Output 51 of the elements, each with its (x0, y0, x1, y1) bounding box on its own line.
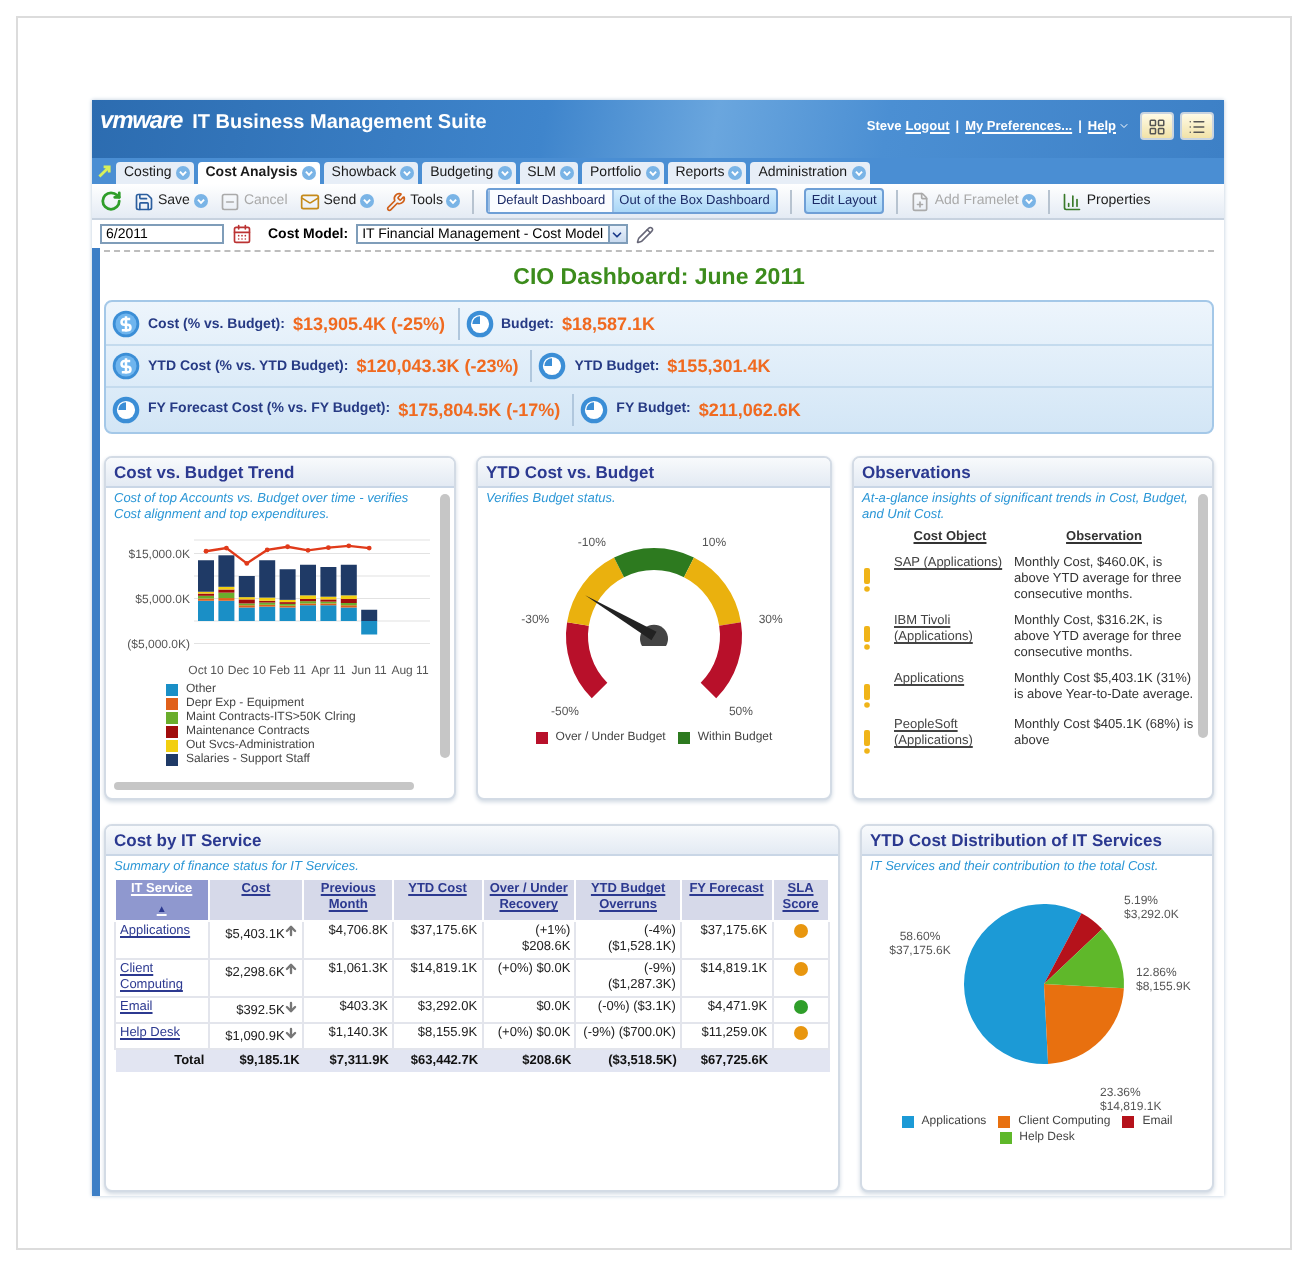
scrollbar[interactable] (1198, 494, 1208, 738)
arrow-icon (98, 164, 112, 178)
kpi-value: $18,587.1K (561, 314, 655, 334)
gauge-band (700, 622, 742, 699)
caret-icon (610, 227, 625, 241)
pencil-icon[interactable] (635, 225, 654, 243)
panel-title: YTD Cost vs. Budget (478, 458, 830, 488)
warning-icon (862, 626, 874, 650)
clock-icon (465, 310, 493, 338)
envelope-icon (299, 191, 320, 211)
chevron-icon (851, 166, 866, 180)
chevron-icon (497, 166, 512, 180)
clock-icon (580, 395, 609, 423)
chevron-icon (301, 166, 316, 180)
kpi-value: $120,043.3K (-23%) (356, 356, 519, 376)
kpi-value: $155,301.4K (667, 356, 771, 376)
list-view-button[interactable] (1180, 112, 1214, 140)
grid-icon (1148, 117, 1166, 135)
chevron-icon (645, 166, 660, 180)
refresh-icon[interactable] (100, 190, 122, 212)
panel-title: YTD Cost Distribution of IT Services (862, 826, 1212, 856)
bar-chart-icon (1062, 191, 1083, 211)
clock-icon (538, 352, 567, 380)
chevron-icon (728, 166, 743, 180)
grid-view-button[interactable] (1140, 112, 1174, 140)
dashboard-title: CIO Dashboard: June 2011 (511, 266, 807, 290)
wrench-icon (386, 191, 407, 211)
panel-title: Cost vs. Budget Trend (106, 458, 454, 488)
chevron-icon (560, 166, 575, 180)
warning-icon (862, 568, 874, 592)
scrollbar[interactable] (440, 494, 450, 758)
app-title: IT Business Management Suite (192, 112, 487, 134)
panel-title: Observations (854, 458, 1212, 488)
list-icon (1188, 117, 1206, 135)
gauge-band (566, 622, 608, 699)
clock-icon (112, 395, 140, 423)
warning-icon (862, 684, 874, 708)
warning-icon (862, 730, 874, 754)
calendar-icon[interactable] (232, 224, 252, 244)
document-icon (910, 191, 931, 211)
kpi-value: $211,062.6K (698, 399, 801, 419)
logo: vmware (100, 106, 183, 134)
dollar-icon (112, 352, 140, 380)
chevron-icon (400, 166, 415, 180)
kpi-value: $175,804.5K (-17%) (398, 399, 561, 419)
dollar-icon (112, 310, 140, 338)
scrollbar[interactable] (114, 782, 414, 790)
minus-icon (219, 191, 240, 211)
panel-title: Cost by IT Service (106, 826, 838, 856)
kpi-value: $13,905.4K (-25%) (292, 314, 445, 334)
chevron-icon (175, 166, 190, 180)
